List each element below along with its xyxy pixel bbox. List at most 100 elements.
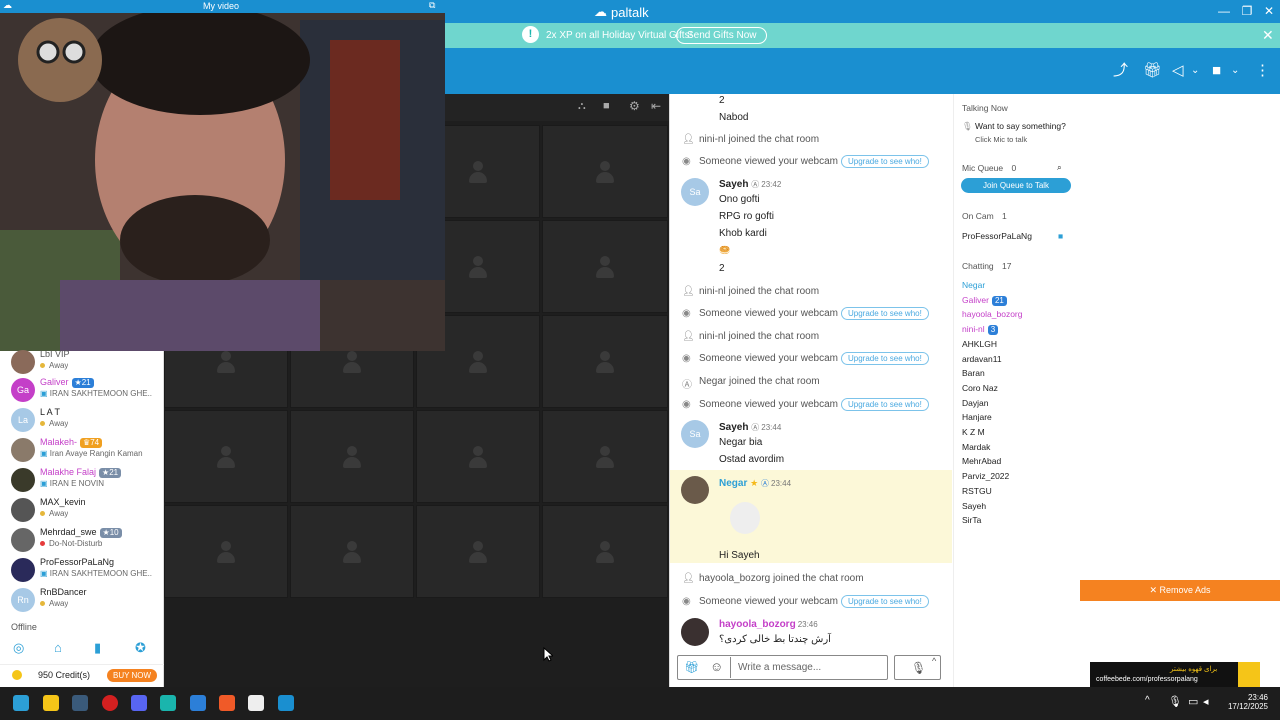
- opera-icon[interactable]: [102, 695, 118, 711]
- avatar: La: [11, 408, 35, 432]
- popout-icon[interactable]: ⧉: [429, 0, 435, 11]
- more-menu-icon[interactable]: ⋮: [1255, 63, 1270, 79]
- send-gifts-button[interactable]: Send Gifts Now: [676, 27, 768, 44]
- list-item[interactable]: Mehrdad_swe ★10 Do-Not-Disturb: [0, 526, 164, 556]
- compass-icon[interactable]: ◎: [13, 640, 24, 656]
- upgrade-button[interactable]: Upgrade to see who!: [841, 352, 929, 365]
- list-item[interactable]: Ga Galiver ★21 ▣ IRAN SAKHTEMOON GHE...: [0, 376, 164, 406]
- app-icon[interactable]: [248, 695, 264, 711]
- chatting-user[interactable]: Negar: [962, 280, 985, 290]
- level-badge: 3: [987, 325, 999, 336]
- brave-icon[interactable]: [219, 695, 235, 711]
- list-item[interactable]: Malakhe Falaj ★21 ▣ IRAN E NOVIN: [0, 466, 164, 496]
- upgrade-button[interactable]: Upgrade to see who!: [841, 398, 929, 411]
- app-icon[interactable]: [190, 695, 206, 711]
- taskbar-clock[interactable]: 23:46 17/12/2025: [1214, 693, 1268, 711]
- share-icon[interactable]: ⤴: [1113, 63, 1128, 79]
- join-queue-button[interactable]: Join Queue to Talk: [961, 178, 1071, 193]
- ad-banner[interactable]: برای قهوه بیشتر coffeebede.com/professor…: [1090, 662, 1260, 687]
- discord-icon[interactable]: [131, 695, 147, 711]
- eye-icon: ◉: [682, 399, 691, 410]
- credit-balance: 950 Credit(s): [38, 670, 91, 680]
- steam-icon[interactable]: [72, 695, 88, 711]
- user-name: Malakeh- ♛74: [40, 437, 103, 448]
- chatting-user[interactable]: ardavan11: [962, 354, 1002, 364]
- network-icon[interactable]: ▭: [1188, 695, 1198, 708]
- chatting-user[interactable]: Mardak: [962, 442, 990, 452]
- restore-button[interactable]: ❐: [1237, 3, 1257, 19]
- user-name: RnBDancer: [40, 587, 87, 597]
- mic-icon[interactable]: 🎙︎: [1168, 695, 1182, 708]
- offline-section-label[interactable]: Offline: [11, 622, 37, 632]
- chatting-user[interactable]: Sayeh: [962, 501, 986, 511]
- my-video-titlebar: ☁ My video ⧉: [0, 0, 445, 13]
- chat-line: 2: [719, 263, 725, 274]
- mic-button[interactable]: 🎙︎ ^: [894, 655, 941, 680]
- bottom-nav: ◎ ⌂ ▮ ✪: [0, 633, 164, 661]
- empty-slot-icon: [469, 255, 487, 278]
- empty-slot-icon: [343, 445, 361, 468]
- start-icon[interactable]: [13, 695, 29, 711]
- settings-gear-icon[interactable]: ⚙: [629, 99, 640, 113]
- search-icon[interactable]: ⌕: [1057, 162, 1062, 173]
- list-item[interactable]: La L A T Away: [0, 406, 164, 436]
- chatting-user[interactable]: Parviz_2022: [962, 471, 1009, 481]
- chatting-user[interactable]: nini-nl 3: [962, 324, 999, 336]
- chatting-user[interactable]: RSTGU: [962, 486, 992, 496]
- chatting-user[interactable]: Baran: [962, 368, 985, 378]
- home-icon[interactable]: ⌂: [54, 640, 62, 655]
- empty-slot-icon: [596, 445, 614, 468]
- chatting-user[interactable]: Galiver 21: [962, 295, 1007, 306]
- my-video-window[interactable]: ☁ My video ⧉: [0, 0, 445, 351]
- list-item[interactable]: LbI VIP Away: [0, 348, 164, 378]
- file-explorer-icon[interactable]: [43, 695, 59, 711]
- gift-icon[interactable]: 🎁︎: [684, 660, 699, 674]
- eye-icon: ◉: [682, 353, 691, 364]
- avatar: [11, 350, 35, 374]
- list-item[interactable]: ProFessorPaLaNg ▣ IRAN SAKHTEMOON GHE...: [0, 556, 164, 586]
- remove-ads-button[interactable]: ✕ Remove Ads: [1080, 580, 1280, 601]
- paltalk-taskbar-icon[interactable]: [278, 695, 294, 711]
- chevron-up-icon[interactable]: ^: [932, 656, 936, 666]
- emoji-icon[interactable]: ☺: [710, 659, 723, 674]
- video-camera-icon[interactable]: ■: [1058, 231, 1063, 241]
- chevron-up-icon[interactable]: ^: [1145, 695, 1150, 706]
- award-icon[interactable]: ✪: [135, 640, 146, 656]
- chatting-user[interactable]: AHKLGH: [962, 339, 997, 349]
- megaphone-icon[interactable]: ◁: [1172, 63, 1184, 79]
- app-icon[interactable]: [160, 695, 176, 711]
- empty-slot-icon: [596, 350, 614, 373]
- chatting-user[interactable]: Hanjare: [962, 412, 992, 422]
- chatting-user[interactable]: hayoola_bozorg: [962, 309, 1023, 319]
- chatting-user[interactable]: MehrAbad: [962, 456, 1001, 466]
- video-camera-icon[interactable]: ■: [603, 100, 610, 112]
- level-badge: 21: [991, 295, 1007, 306]
- camera-icon[interactable]: ■: [1212, 63, 1221, 79]
- grid-view-icon[interactable]: ⛬: [578, 100, 586, 113]
- talking-now-label: Talking Now: [962, 103, 1008, 113]
- buy-now-button[interactable]: BUY NOW: [107, 669, 158, 682]
- gift-icon[interactable]: 🎁︎: [1143, 63, 1162, 79]
- upgrade-button[interactable]: Upgrade to see who!: [841, 595, 929, 608]
- chatting-user[interactable]: Coro Naz: [962, 383, 998, 393]
- close-promo-icon[interactable]: ✕: [1262, 27, 1274, 44]
- volume-icon[interactable]: ◂: [1203, 695, 1209, 708]
- list-item[interactable]: Malakeh- ♛74 ▣ Iran Avaye Rangin Kaman: [0, 436, 164, 466]
- message-input[interactable]: Write a message...: [730, 657, 887, 678]
- upgrade-button[interactable]: Upgrade to see who!: [841, 307, 929, 320]
- minimize-button[interactable]: —: [1214, 3, 1234, 19]
- list-item[interactable]: MAX_kevin Away: [0, 496, 164, 526]
- chevron-down-icon[interactable]: ⌄: [1231, 63, 1239, 79]
- collapse-panel-icon[interactable]: ⇤: [651, 99, 661, 113]
- avatar: Ga: [11, 378, 35, 402]
- upgrade-button[interactable]: Upgrade to see who!: [841, 155, 929, 168]
- empty-slot-icon: [469, 160, 487, 183]
- on-cam-user[interactable]: ProFessorPaLaNg: [962, 231, 1032, 241]
- close-window-button[interactable]: ✕: [1259, 3, 1279, 19]
- list-item[interactable]: Rn RnBDancer Away: [0, 586, 164, 616]
- leaderboard-icon[interactable]: ▮: [94, 640, 101, 656]
- chatting-user[interactable]: Dayjan: [962, 398, 988, 408]
- chevron-down-icon[interactable]: ⌄: [1191, 63, 1199, 79]
- chatting-user[interactable]: K Z M: [962, 427, 985, 437]
- chatting-user[interactable]: SirTa: [962, 515, 981, 525]
